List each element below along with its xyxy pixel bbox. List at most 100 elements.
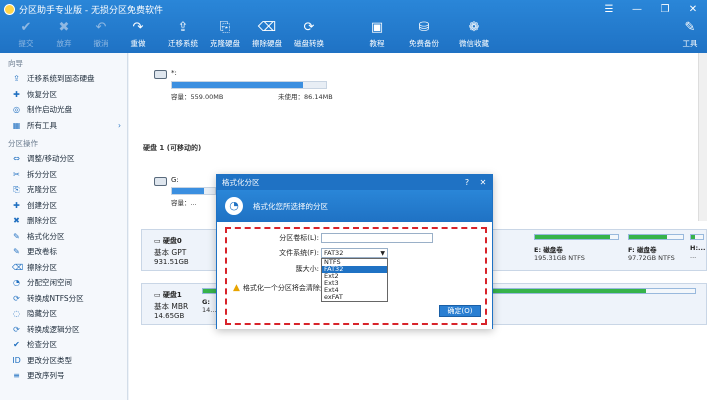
ok-button[interactable]: 确定(O) xyxy=(439,305,481,317)
sidebar-item-icon: ✎ xyxy=(13,231,20,241)
warning-icon: ▲ xyxy=(233,283,240,293)
dialog-body: 分区卷标(L): 文件系统(F): FAT32 ▼ NTFS FAT32 Ext2 E… xyxy=(217,222,492,329)
sidebar-item-label: 转换成逻辑分区 xyxy=(27,324,80,334)
toolbar-button-10[interactable]: ❁ 微信收藏 xyxy=(454,18,494,49)
toolbar-button-9[interactable]: ⛁ 免费备份 xyxy=(404,18,444,49)
toolbar-icon: ❁ xyxy=(468,20,480,35)
volume-name: *: xyxy=(171,69,177,77)
sidebar-item-label: 检查分区 xyxy=(27,340,57,350)
sidebar-item[interactable]: ✂ 拆分分区 xyxy=(0,167,127,183)
toolbar-button-6[interactable]: ⌫ 擦除硬盘 xyxy=(247,18,287,49)
partition-f[interactable]: F: 磁盘卷 97.72GB NTFS xyxy=(628,234,684,268)
toolbar-icon: ⛁ xyxy=(418,20,430,35)
sidebar-item[interactable]: ✚ 创建分区 xyxy=(0,198,127,214)
sidebar-item[interactable]: ✚ 恢复分区 xyxy=(0,87,127,103)
sidebar-item-label: 迁移系统到固态硬盘 xyxy=(27,74,95,84)
chevron-down-icon: ▼ xyxy=(380,250,385,257)
app-logo-icon xyxy=(4,3,15,15)
dialog-close-button[interactable]: ✕ xyxy=(476,175,490,190)
toolbar-label: 免费备份 xyxy=(409,39,439,48)
sidebar-item[interactable]: ✔ 检查分区 xyxy=(0,337,127,353)
partition-name: E: 磁盘卷 xyxy=(534,246,563,254)
help-icon[interactable]: ? xyxy=(460,175,474,190)
sidebar-item[interactable]: ⇔ 调整/移动分区 xyxy=(0,151,127,167)
partition-info: ... xyxy=(690,252,697,260)
cluster-size-label: 簇大小: xyxy=(295,265,319,273)
toolbar-icon: ✔ xyxy=(20,20,32,35)
volume-label-input[interactable] xyxy=(321,233,433,243)
sidebar-item[interactable]: ⌫ 擦除分区 xyxy=(0,260,127,276)
format-icon: ◔ xyxy=(225,197,243,215)
sidebar-item-icon: ◎ xyxy=(13,105,20,115)
sidebar-item[interactable]: ⟳ 转换成NTFS分区 xyxy=(0,291,127,307)
sidebar-item[interactable]: ✎ 更改卷标 xyxy=(0,244,127,260)
close-button[interactable]: ✕ xyxy=(679,0,707,18)
sidebar-item[interactable]: ≡ 更改序列号 xyxy=(0,368,127,384)
toolbar-button-5[interactable]: ⎘ 克隆硬盘 xyxy=(205,18,245,49)
dialog-header: ◔ 格式化您所选择的分区 xyxy=(217,190,492,222)
vertical-scrollbar[interactable] xyxy=(698,53,707,221)
partition-fill xyxy=(691,235,695,239)
sidebar-item[interactable]: ID 更改分区类型 xyxy=(0,353,127,369)
partition-info: 195.31GB NTFS xyxy=(534,254,585,262)
sidebar-item-label: 转换成NTFS分区 xyxy=(27,293,84,303)
minimize-button[interactable]: — xyxy=(623,0,651,18)
toolbar-button-4[interactable]: ⇪ 迁移系统 xyxy=(163,18,203,49)
toolbar-button-1[interactable]: ✖ 放弃 xyxy=(44,18,84,49)
partition-e[interactable]: E: 磁盘卷 195.31GB NTFS xyxy=(534,234,619,268)
disk-icon: ▭ xyxy=(154,237,163,245)
sidebar-item-icon: ID xyxy=(12,355,21,365)
sidebar-item[interactable]: ✖ 删除分区 xyxy=(0,213,127,229)
sidebar-item-icon: ✚ xyxy=(13,200,20,210)
disk-size: 14.65GB xyxy=(154,312,185,320)
file-system-select[interactable]: FAT32 ▼ xyxy=(321,248,388,258)
dialog-title-bar: 格式化分区 ? ✕ xyxy=(217,175,492,190)
sidebar-item-icon: ◔ xyxy=(13,278,20,288)
toolbar-label: 微信收藏 xyxy=(459,39,489,48)
volume-usage-bar xyxy=(171,187,216,195)
sidebar-item-icon: ◌ xyxy=(13,309,20,319)
warning-text: 格式化一个分区将会清除分区... xyxy=(242,284,321,292)
sidebar-item-icon: ⟳ xyxy=(13,293,20,303)
menu-icon[interactable]: ☰ xyxy=(595,0,623,18)
toolbar-icon: ↷ xyxy=(132,20,144,35)
sidebar-group-title: 向导 xyxy=(8,59,23,68)
toolbar-button-0[interactable]: ✔ 提交 xyxy=(6,18,46,49)
sidebar-item-icon: ✎ xyxy=(13,247,20,257)
toolbar-button-3[interactable]: ↷ 重做 xyxy=(118,18,158,49)
sidebar-item[interactable]: ⇪ 迁移系统到固态硬盘 xyxy=(0,71,127,87)
toolbar-icon: ✖ xyxy=(58,20,70,35)
sidebar-item-icon: ✂ xyxy=(13,169,20,179)
drive-icon xyxy=(154,70,167,79)
toolbar: ✔ 提交 ✖ 放弃 ↶ 撤消 ↷ 重做 ⇪ 迁移系统 ⎘ 克隆硬盘 ⌫ 擦除硬盘 ⟳ 磁盘转换 ▣ 教程 ⛁ 免费备份… xyxy=(0,18,707,53)
drive-icon xyxy=(154,177,167,186)
toolbar-button-8[interactable]: ▣ 教程 xyxy=(357,18,397,49)
file-system-option[interactable]: exFAT xyxy=(322,294,387,301)
toolbar-icon: ⎘ xyxy=(219,20,231,35)
sidebar-item-icon: ⌫ xyxy=(12,262,24,272)
sidebar-item-label: 克隆分区 xyxy=(27,185,57,195)
toolbar-label: 克隆硬盘 xyxy=(210,39,240,48)
sidebar-item-icon: ⇪ xyxy=(13,74,20,84)
sidebar-item[interactable]: ⎘ 克隆分区 xyxy=(0,182,127,198)
maximize-button[interactable]: ❐ xyxy=(651,0,679,18)
sidebar-item-label: 调整/移动分区 xyxy=(27,154,75,164)
sidebar-item-icon: ⎘ xyxy=(13,185,20,195)
sidebar-item[interactable]: ◎ 制作启动光盘 xyxy=(0,102,127,118)
window-controls: ☰ — ❐ ✕ xyxy=(595,0,707,18)
sidebar-item[interactable]: ✎ 格式化分区 xyxy=(0,229,127,245)
partition-fill xyxy=(535,235,610,239)
partition-h[interactable]: H:... ... xyxy=(690,234,705,268)
volume-usage-fill xyxy=(172,188,205,194)
toolbar-button-7[interactable]: ⟳ 磁盘转换 xyxy=(289,18,329,49)
sidebar-item-icon: ⇔ xyxy=(13,154,20,164)
file-system-label: 文件系统(F): xyxy=(279,249,319,257)
volume-name: G: xyxy=(171,176,179,184)
sidebar-item[interactable]: ◔ 分配空闲空间 xyxy=(0,275,127,291)
sidebar-item[interactable]: ◌ 隐藏分区 xyxy=(0,306,127,322)
toolbar-button-11[interactable]: ✎ 工具 xyxy=(670,18,707,49)
toolbar-button-2[interactable]: ↶ 撤消 xyxy=(81,18,121,49)
sidebar-item[interactable]: ▦ 所有工具 › xyxy=(0,118,127,134)
sidebar-item[interactable]: ⟳ 转换成逻辑分区 xyxy=(0,322,127,338)
toolbar-icon: ✎ xyxy=(684,20,696,35)
